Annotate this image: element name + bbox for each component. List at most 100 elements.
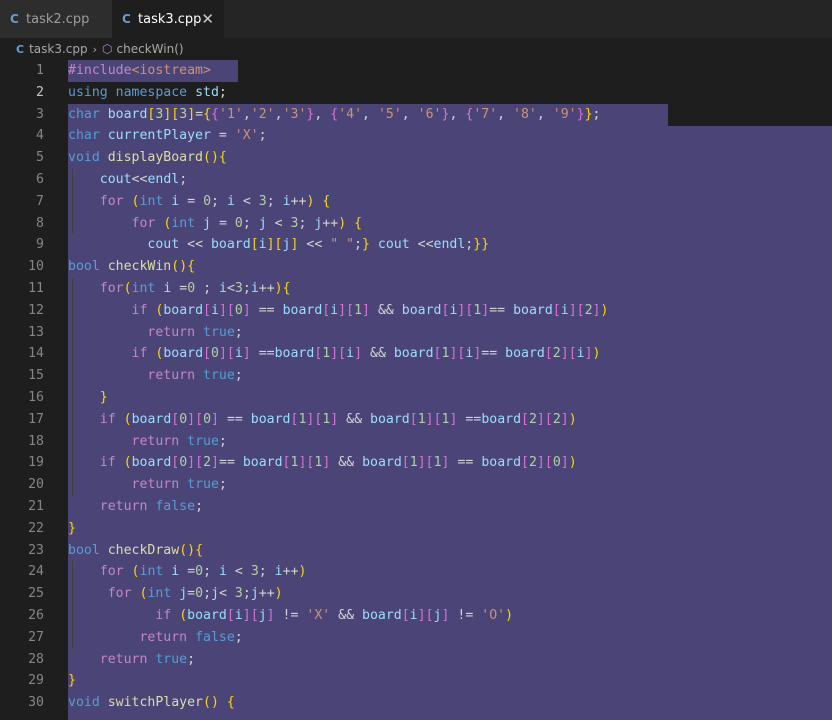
line-number: 7 [36,193,44,209]
code-line[interactable]: 29} [0,670,832,692]
line-code: if (board[0][2]== board[1][1] && board[1… [99,455,577,471]
line-number: 21 [28,499,44,514]
line-code: if (board[0][i] ==board[1][i] && board[1… [131,346,601,362]
line-code: return true; [147,324,243,340]
code-line[interactable]: 19 if (board[0][2]== board[1][1] && boar… [0,452,832,474]
code-line[interactable]: 22} [0,518,832,540]
line-code: for(int i =0 ; i<3;i++){ [99,281,291,296]
line-code: char currentPlayer = 'X'; [68,128,267,144]
code-line[interactable]: 17 if (board[0][0] == board[1][1] && boa… [0,409,832,431]
editor-tab-bar: C task2.cpp C task3.cpp ✕ [0,0,832,38]
line-code: return false; [139,629,243,645]
tab-task3[interactable]: C task3.cpp ✕ [112,0,224,38]
line-number: 9 [36,237,44,253]
breadcrumb: C task3.cpp › ⬡ checkWin() [0,38,832,60]
code-line[interactable]: 20 return true; [0,474,832,496]
line-code: void displayBoard(){ [68,150,227,166]
line-code: for (int j=0;j< 3;j++) [107,586,283,602]
line-code: bool checkWin(){ [68,259,196,275]
code-line[interactable]: 12 if (board[i][0] == board[i][1] && boa… [0,300,832,322]
code-line[interactable]: 5 void displayBoard(){ [0,147,832,169]
line-number: 18 [28,433,44,449]
code-editor[interactable]: 1 #include<iostream> 2 using namespace std;… [0,60,832,720]
line-number: 27 [28,629,44,645]
line-number: 12 [28,302,44,318]
code-line[interactable]: 26 if (board[i][j] != 'X' && board[i][j]… [0,605,832,627]
code-line[interactable]: 15 return true; [0,365,832,387]
line-code: } [68,520,76,536]
line-number: 11 [28,281,44,296]
line-code: #include<iostream> [68,63,211,78]
line-code: return false; [99,499,204,514]
code-line[interactable]: 25 for (int j=0;j< 3;j++) [0,583,832,605]
line-number: 26 [28,608,44,623]
code-line[interactable]: 30 void switchPlayer() { [0,692,832,714]
code-line[interactable]: 10 bool checkWin(){ [0,256,832,278]
chevron-right-icon: › [92,42,98,56]
line-number: 25 [28,586,44,602]
cpp-file-icon: C [16,42,25,56]
line-number: 30 [28,695,44,711]
line-number: 6 [36,172,44,187]
line-number: 2 [36,84,44,100]
line-code: cout << board[i][j] << " ";} cout <<endl… [147,237,490,253]
line-code: for (int j = 0; j < 3; j++) { [131,215,363,231]
line-number: 4 [36,128,44,144]
code-line[interactable]: 24 for (int i =0; i < 3; i++) [0,561,832,583]
code-line[interactable]: 2 using namespace std; [0,82,832,104]
line-code: } [99,390,108,405]
code-line[interactable]: 6 cout<<endl; [0,169,832,191]
tab-bar-empty-space [224,0,832,38]
line-number: 20 [28,477,44,493]
line-number: 3 [36,106,44,122]
breadcrumb-symbol[interactable]: checkWin() [117,42,184,56]
code-line[interactable]: 27 return false; [0,627,832,649]
line-code: if (board[0][0] == board[1][1] && board[… [99,411,577,427]
line-number: 29 [28,673,44,689]
line-code: if (board[i][j] != 'X' && board[i][j] !=… [155,608,514,623]
line-code: if (board[i][0] == board[i][1] && board[… [131,302,609,318]
line-number: 5 [36,150,44,166]
code-line[interactable]: 18 return true; [0,431,832,453]
code-line[interactable]: 9 cout << board[i][j] << " ";} cout <<en… [0,234,832,256]
line-number: 19 [28,455,44,471]
code-line[interactable]: 8 for (int j = 0; j < 3; j++) { [0,213,832,235]
line-number: 13 [28,324,44,340]
line-code: void switchPlayer() { [68,695,235,711]
line-number: 15 [28,368,44,384]
code-line[interactable]: 4 char currentPlayer = 'X'; [0,125,832,147]
code-line[interactable]: 16 } [0,387,832,409]
line-number: 17 [28,411,44,427]
line-code: return true; [131,433,227,449]
line-code: return true; [131,477,227,493]
code-line[interactable]: 23 bool checkDraw(){ [0,540,832,562]
code-line[interactable]: 28 return true; [0,649,832,671]
cpp-file-icon: C [10,12,19,26]
close-icon[interactable]: ✕ [201,10,214,28]
code-line[interactable]: 1 #include<iostream> [0,60,832,82]
breadcrumb-file[interactable]: task3.cpp [29,42,88,56]
method-icon: ⬡ [102,42,113,56]
line-number: 14 [28,346,44,362]
line-number: 10 [28,259,44,275]
code-line[interactable]: 13 return true; [0,322,832,344]
line-code: return true; [99,651,196,667]
code-line[interactable]: 7 for (int i = 0; i < 3; i++) { [0,191,832,213]
code-line[interactable]: 21 return false; [0,496,832,518]
code-line[interactable]: 11 for(int i =0 ; i<3;i++){ [0,278,832,300]
tab-task2[interactable]: C task2.cpp [0,0,112,38]
line-code: for (int i =0; i < 3; i++) [99,564,307,580]
line-number: 23 [28,542,44,558]
line-code: bool checkDraw(){ [68,542,204,558]
tab-label: task2.cpp [26,11,90,27]
line-number: 8 [36,215,44,231]
line-number: 16 [28,390,44,405]
line-code: using namespace std; [68,84,227,100]
line-number: 22 [28,520,44,536]
tab-label: task3.cpp [138,11,202,27]
cpp-file-icon: C [122,12,131,26]
code-line[interactable]: 14 if (board[0][i] ==board[1][i] && boar… [0,343,832,365]
line-code: for (int i = 0; i < 3; i++) { [99,193,331,209]
code-line[interactable]: 3 char board[3][3]={{'1','2','3'}, {'4', … [0,104,832,126]
line-code: cout<<endl; [99,172,188,187]
